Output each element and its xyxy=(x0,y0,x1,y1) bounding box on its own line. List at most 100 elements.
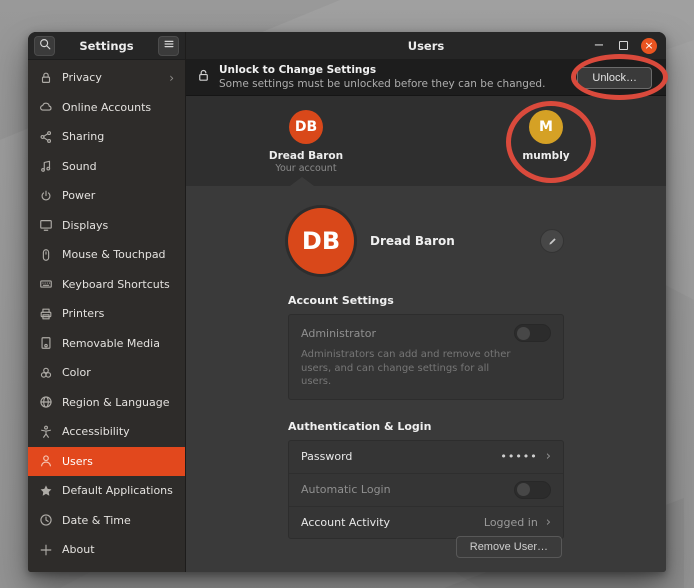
sidebar-item-date-time[interactable]: Date & Time xyxy=(28,506,185,536)
sidebar-item-online-accounts[interactable]: Online Accounts xyxy=(28,93,185,123)
sidebar-item-default-applications[interactable]: Default Applications xyxy=(28,476,185,506)
sidebar-nav: Privacy › Online Accounts Sharing Sound Power… xyxy=(28,60,185,572)
sidebar-item-label: Accessibility xyxy=(62,425,174,438)
sidebar-item-label: Privacy xyxy=(62,71,160,84)
sidebar-item-label: Printers xyxy=(62,307,174,320)
sidebar-item-printers[interactable]: Printers xyxy=(28,299,185,329)
administrator-label: Administrator xyxy=(301,327,514,340)
lock-icon xyxy=(196,68,211,87)
sidebar-item-keyboard-shortcuts[interactable]: Keyboard Shortcuts xyxy=(28,270,185,300)
sidebar-item-label: Date & Time xyxy=(62,514,174,527)
administrator-description: Administrators can add and remove other … xyxy=(301,348,516,389)
minimize-button[interactable]: − xyxy=(592,41,606,51)
remove-user-button[interactable]: Remove User… xyxy=(456,536,562,558)
sidebar-item-mouse-touchpad[interactable]: Mouse & Touchpad xyxy=(28,240,185,270)
password-value: ••••• xyxy=(500,450,537,463)
menu-button[interactable] xyxy=(158,36,179,56)
sidebar-item-power[interactable]: Power xyxy=(28,181,185,211)
unlock-title: Unlock to Change Settings xyxy=(219,64,569,77)
close-button[interactable]: × xyxy=(641,38,657,54)
avatar: M xyxy=(529,110,563,144)
sound-icon xyxy=(39,159,53,173)
headerbar: Users − × xyxy=(186,32,666,60)
color-icon xyxy=(39,366,53,380)
sidebar-item-label: Removable Media xyxy=(62,337,174,350)
chevron-right-icon: › xyxy=(546,449,551,464)
section-heading-authentication: Authentication & Login xyxy=(288,420,564,433)
user-name: mumbly xyxy=(522,150,569,162)
search-button[interactable] xyxy=(34,36,55,56)
clock-icon xyxy=(39,513,53,527)
administrator-row: Administrator Administrators can add and… xyxy=(289,315,563,399)
maximize-button[interactable] xyxy=(619,41,628,50)
account-activity-value: Logged in xyxy=(484,516,538,529)
person-icon xyxy=(39,454,53,468)
settings-window: Settings Privacy › Online Accounts Sharing S… xyxy=(28,32,666,572)
chevron-right-icon: › xyxy=(169,71,174,85)
mouse-icon xyxy=(39,248,53,262)
sidebar-item-displays[interactable]: Displays xyxy=(28,211,185,241)
automatic-login-toggle[interactable] xyxy=(514,481,551,499)
pencil-icon xyxy=(547,232,558,251)
window-controls: − × xyxy=(592,38,666,54)
user-name: Dread Baron xyxy=(269,150,343,162)
avatar: DB xyxy=(289,110,323,144)
sidebar-item-label: About xyxy=(62,543,174,556)
administrator-toggle[interactable] xyxy=(514,324,551,342)
sidebar-item-removable-media[interactable]: Removable Media xyxy=(28,329,185,359)
sidebar-item-privacy[interactable]: Privacy › xyxy=(28,63,185,93)
carousel-user-dread-baron[interactable]: DB Dread Baron Your account xyxy=(269,110,343,174)
sidebar-item-label: Mouse & Touchpad xyxy=(62,248,174,261)
profile-row: DB Dread Baron xyxy=(288,208,564,274)
hamburger-icon xyxy=(162,36,176,55)
sidebar: Settings Privacy › Online Accounts Sharing S… xyxy=(28,32,186,572)
globe-icon xyxy=(39,395,53,409)
authentication-card: Password ••••• › Automatic Login Account… xyxy=(288,440,564,540)
sidebar-item-label: Color xyxy=(62,366,174,379)
account-settings-card: Administrator Administrators can add and… xyxy=(288,314,564,400)
sidebar-item-sound[interactable]: Sound xyxy=(28,152,185,182)
media-icon xyxy=(39,336,53,350)
password-label: Password xyxy=(301,450,492,463)
chevron-right-icon: › xyxy=(546,515,551,530)
automatic-login-label: Automatic Login xyxy=(301,483,506,496)
sidebar-item-sharing[interactable]: Sharing xyxy=(28,122,185,152)
user-carousel: DB Dread Baron Your account M mumbly xyxy=(186,96,666,186)
power-icon xyxy=(39,189,53,203)
printer-icon xyxy=(39,307,53,321)
sidebar-item-color[interactable]: Color xyxy=(28,358,185,388)
share-icon xyxy=(39,130,53,144)
star-icon xyxy=(39,484,53,498)
sidebar-item-label: Online Accounts xyxy=(62,101,174,114)
user-subtitle: Your account xyxy=(275,163,336,174)
unlock-button[interactable]: Unlock… xyxy=(577,67,652,89)
sidebar-item-label: Default Applications xyxy=(62,484,174,497)
unlock-subtitle: Some settings must be unlocked before th… xyxy=(219,78,569,91)
keyboard-icon xyxy=(39,277,53,291)
content-pane: Users − × Unlock to Change Settings Some… xyxy=(186,32,666,572)
sidebar-item-users[interactable]: Users xyxy=(28,447,185,477)
section-heading-account-settings: Account Settings xyxy=(288,294,564,307)
password-row[interactable]: Password ••••• › xyxy=(289,441,563,474)
unlock-texts: Unlock to Change Settings Some settings … xyxy=(219,64,569,90)
sidebar-headerbar: Settings xyxy=(28,32,185,60)
sidebar-item-accessibility[interactable]: Accessibility xyxy=(28,417,185,447)
unlock-banner: Unlock to Change Settings Some settings … xyxy=(186,60,666,96)
display-icon xyxy=(39,218,53,232)
sidebar-item-about[interactable]: About xyxy=(28,535,185,565)
plus-icon xyxy=(39,543,53,557)
sidebar-item-label: Displays xyxy=(62,219,174,232)
sidebar-item-label: Sound xyxy=(62,160,174,173)
carousel-user-mumbly[interactable]: M mumbly xyxy=(522,110,569,162)
avatar[interactable]: DB xyxy=(288,208,354,274)
sidebar-item-label: Sharing xyxy=(62,130,174,143)
accessibility-icon xyxy=(39,425,53,439)
account-activity-label: Account Activity xyxy=(301,516,476,529)
account-activity-row[interactable]: Account Activity Logged in › xyxy=(289,506,563,539)
edit-name-button[interactable] xyxy=(540,229,564,253)
sidebar-title: Settings xyxy=(55,39,158,53)
profile-name: Dread Baron xyxy=(370,234,524,248)
sidebar-item-region-language[interactable]: Region & Language xyxy=(28,388,185,418)
lock-icon xyxy=(39,71,53,85)
search-icon xyxy=(38,36,52,55)
